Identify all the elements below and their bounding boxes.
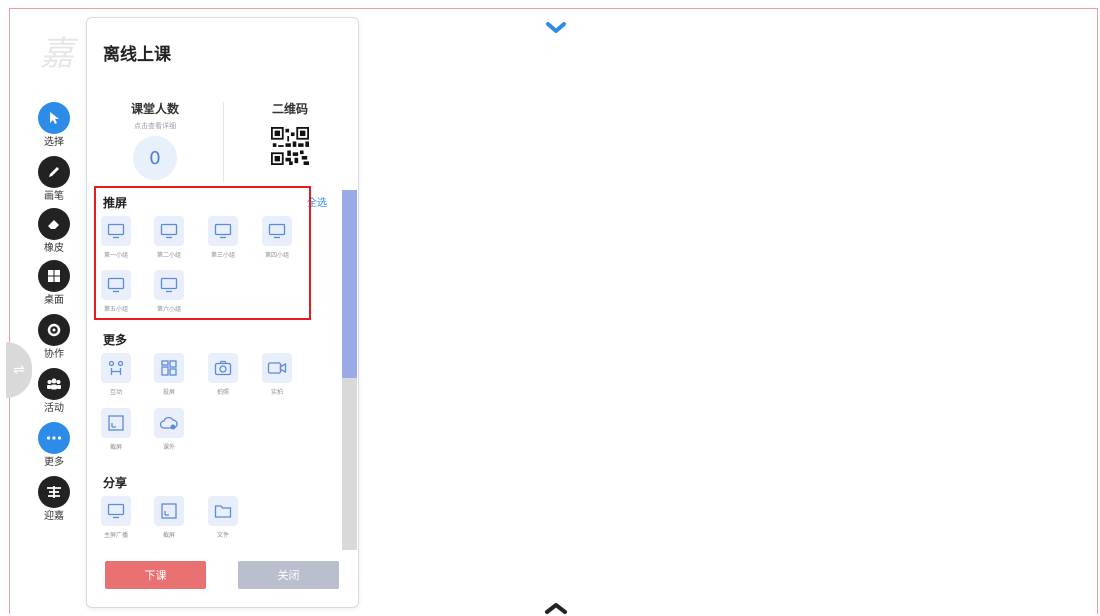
scrollbar-thumb[interactable] (342, 190, 357, 378)
tool-label: 画笔 (44, 191, 64, 202)
camera-icon (208, 353, 238, 383)
tool-label: 桌面 (44, 295, 64, 306)
yingjia-logo-icon (38, 476, 70, 508)
crop-icon (154, 496, 184, 526)
more-icon (38, 422, 70, 454)
swap-icon: ⇌ (13, 362, 25, 378)
more-tile-cloud[interactable]: 课外 (143, 408, 195, 451)
more-tile-cast[interactable]: 投屏 (143, 353, 195, 396)
tile-label: 互动 (109, 389, 122, 396)
tool-more[interactable]: 更多 (34, 422, 74, 469)
chevron-down-icon[interactable] (544, 20, 568, 36)
chevron-up-icon[interactable] (543, 600, 569, 616)
tool-collaborate[interactable]: 协作 (34, 314, 74, 361)
tile-label: 拍照 (216, 389, 229, 396)
folder-icon (208, 496, 238, 526)
windows-icon (38, 260, 70, 292)
cloud-icon (154, 408, 184, 438)
more-tile-interact[interactable]: 互动 (90, 353, 142, 396)
eraser-icon (38, 208, 70, 240)
tool-pen[interactable]: 画笔 (34, 156, 74, 203)
crop-icon (101, 408, 131, 438)
video-icon (262, 353, 292, 383)
tool-select[interactable]: 选择 (34, 102, 74, 149)
more-tile-photo[interactable]: 拍照 (197, 353, 249, 396)
share-title: 分享 (103, 476, 128, 490)
more-title: 更多 (103, 333, 128, 347)
group-icon (38, 368, 70, 400)
share-tile-broadcast[interactable]: 主屏广播 (90, 496, 142, 539)
classroom-count-title: 课堂人数 (131, 102, 180, 116)
panel-title: 离线上课 (103, 45, 171, 65)
tile-label: 截屏 (162, 532, 175, 539)
qrcode-block[interactable]: 二维码 (271, 100, 309, 165)
grid-icon (154, 353, 184, 383)
stat-divider (223, 102, 224, 182)
tool-label: 橡皮 (44, 243, 64, 254)
cursor-icon (38, 102, 70, 134)
interact-icon (101, 353, 131, 383)
tool-activity[interactable]: 活动 (34, 368, 74, 415)
push-screen-highlight (94, 186, 311, 320)
pen-icon (38, 156, 70, 188)
more-tile-screenshot[interactable]: 截屏 (90, 408, 142, 451)
tool-eraser[interactable]: 橡皮 (34, 208, 74, 255)
tool-label: 迎嘉 (44, 511, 64, 522)
tool-desktop[interactable]: 桌面 (34, 260, 74, 307)
classroom-count-block[interactable]: 课堂人数 点击查看详细 0 (131, 100, 179, 180)
tool-label: 选择 (44, 137, 64, 148)
tool-label: 协作 (44, 349, 64, 360)
tile-label: 课外 (162, 444, 175, 451)
tile-label: 主屏广播 (103, 532, 128, 539)
end-class-button[interactable]: 下课 (105, 561, 206, 589)
close-button[interactable]: 关闭 (238, 561, 339, 589)
tool-yingjia[interactable]: 迎嘉 (34, 476, 74, 523)
background-handwriting: 嘉 (40, 34, 76, 74)
tile-label: 截屏 (109, 444, 122, 451)
classroom-count-value[interactable]: 0 (133, 136, 177, 180)
tile-label: 投屏 (162, 389, 175, 396)
more-tile-live[interactable]: 实拍 (251, 353, 303, 396)
tile-label: 实拍 (270, 389, 283, 396)
offline-class-panel: 离线上课 课堂人数 点击查看详细 0 二维码 推屏 全选 第一小组 第二小组 第… (86, 17, 359, 608)
monitor-icon (101, 496, 131, 526)
collaborate-icon (38, 314, 70, 346)
share-tile-screenshot[interactable]: 截屏 (143, 496, 195, 539)
qrcode-icon[interactable] (271, 127, 309, 165)
classroom-count-subtitle: 点击查看详细 (134, 122, 176, 130)
qrcode-title: 二维码 (271, 102, 308, 116)
share-tile-file[interactable]: 文件 (197, 496, 249, 539)
tool-label: 活动 (44, 403, 64, 414)
tile-label: 文件 (216, 532, 229, 539)
tool-label: 更多 (44, 457, 64, 468)
